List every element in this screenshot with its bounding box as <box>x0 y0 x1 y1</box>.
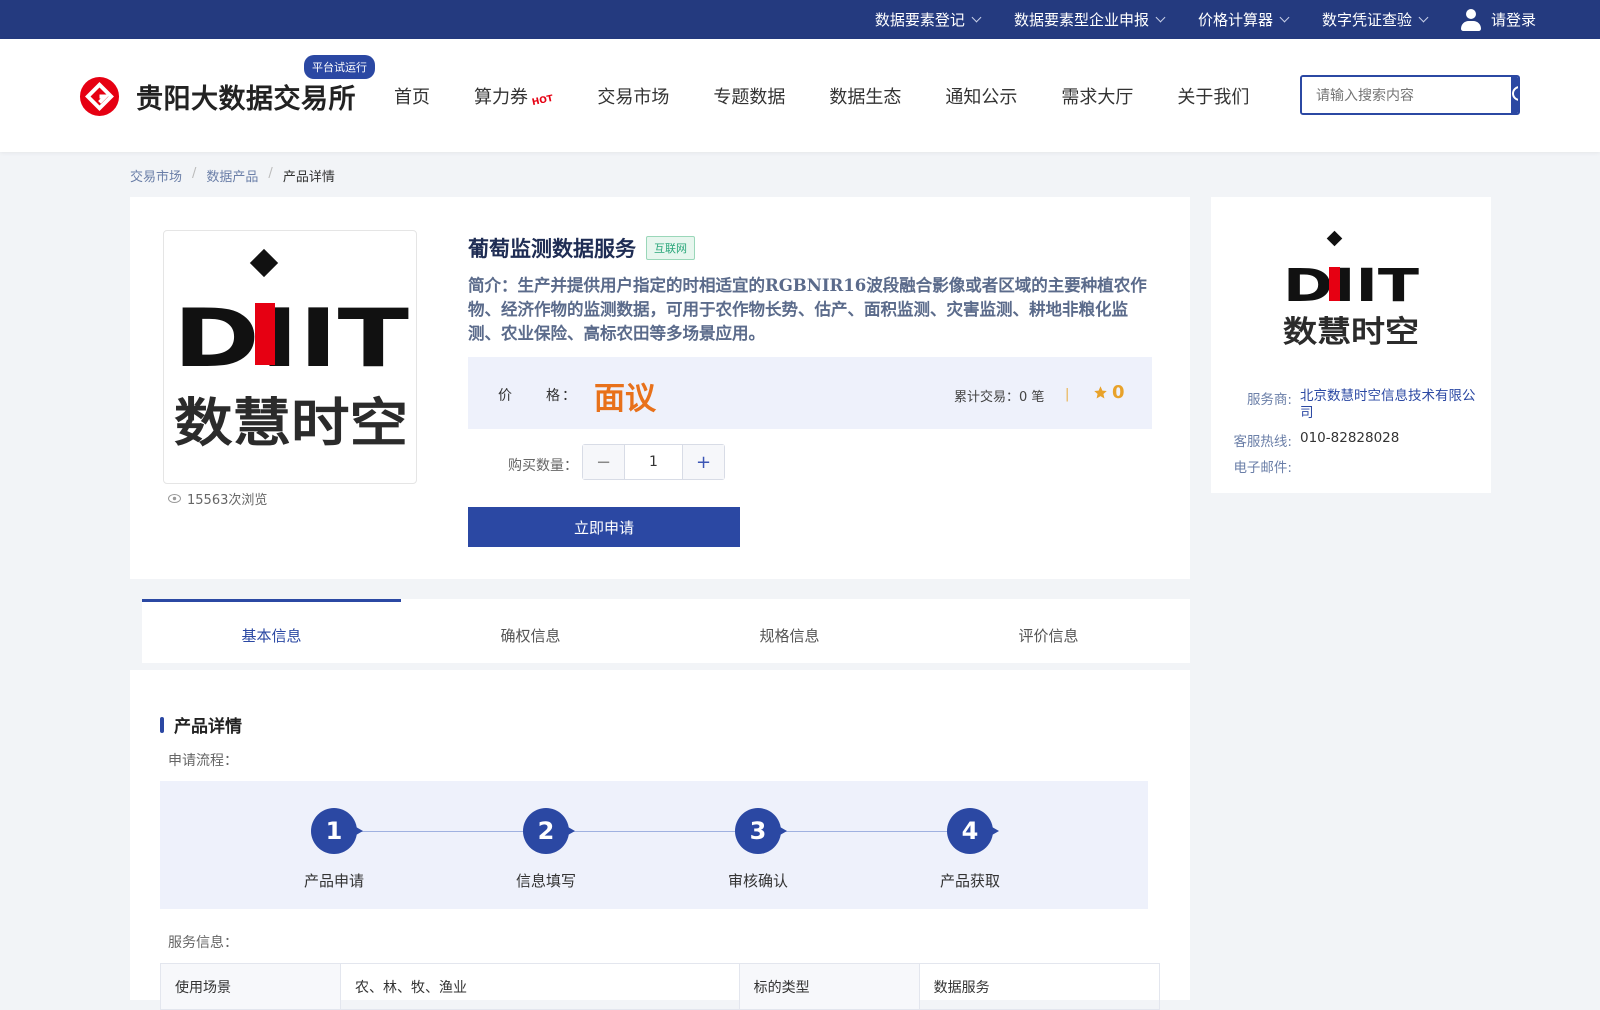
tab-review-info[interactable]: 评价信息 <box>919 625 1178 646</box>
menu-certificate-check[interactable]: 数字凭证查验 <box>1322 9 1429 30</box>
nav-market[interactable]: 交易市场 <box>597 83 669 109</box>
star-icon <box>1094 386 1107 399</box>
flow-step: 2 信息填写 <box>486 808 606 891</box>
svg-text:数慧时空: 数慧时空 <box>1283 315 1419 350</box>
flow-step: 3 审核确认 <box>698 808 818 891</box>
menu-enterprise-declaration[interactable]: 数据要素型企业申报 <box>1014 9 1166 30</box>
tabs: 基本信息 确权信息 规格信息 评价信息 <box>142 599 1190 663</box>
svg-text:DIIT: DIIT <box>173 292 410 385</box>
pilot-badge: 平台试运行 <box>304 55 375 79</box>
main-nav: 首页 算力券 HOT 交易市场 专题数据 数据生态 通知公示 需求大厅 关于我们 <box>394 83 1249 109</box>
tab-basic-info[interactable]: 基本信息 <box>142 625 401 646</box>
login-link[interactable]: 请登录 <box>1460 8 1536 31</box>
search-box <box>1300 75 1520 115</box>
rating: 0 <box>1093 382 1125 403</box>
svg-text:DIIT: DIIT <box>1283 259 1419 312</box>
provider-card: DIIT 数慧时空 服务商: 北京数慧时空信息技术有限公司 客服热线: 010-… <box>1211 197 1491 493</box>
service-table: 使用场景 农、林、牧、渔业 标的类型 数据服务 <box>160 963 1161 1010</box>
price-value: 面议 <box>594 381 656 417</box>
flow-label: 申请流程： <box>168 753 238 769</box>
nav-home[interactable]: 首页 <box>394 83 430 109</box>
chevron-down-icon <box>1155 12 1166 23</box>
hotline-row: 客服热线: 010-82828028 <box>1233 430 1400 450</box>
flow-step: 1 产品申请 <box>274 808 394 891</box>
flow-step: 4 产品获取 <box>910 808 1030 891</box>
flow-line <box>335 831 975 832</box>
user-icon <box>1460 8 1481 31</box>
tab-rights-info[interactable]: 确权信息 <box>401 625 660 646</box>
search-icon <box>1512 86 1518 101</box>
table-row: 使用场景 农、林、牧、渔业 标的类型 数据服务 <box>160 963 1161 1010</box>
brand-name[interactable]: 贵阳大数据交易所 <box>136 77 356 116</box>
hotline-value: 010-82828028 <box>1300 430 1400 446</box>
provider-logo: DIIT 数慧时空 <box>1283 230 1419 350</box>
exchange-logo-icon[interactable] <box>79 76 120 117</box>
breadcrumb-separator: / <box>268 166 273 181</box>
breadcrumb-separator: / <box>192 166 197 181</box>
provider-link[interactable]: 北京数慧时空信息技术有限公司 <box>1300 388 1486 422</box>
search-input[interactable] <box>1302 77 1511 113</box>
quantity-stepper: − 1 + <box>582 444 725 480</box>
svg-text:数慧时空: 数慧时空 <box>174 394 408 454</box>
product-title: 葡萄监测数据服务 互联网 <box>468 233 695 263</box>
view-count: 15563次浏览 <box>168 489 267 508</box>
nav-compute-voucher[interactable]: 算力券 HOT <box>474 83 555 109</box>
breadcrumb-data-products[interactable]: 数据产品 <box>206 166 258 185</box>
menu-price-calculator[interactable]: 价格计算器 <box>1198 9 1290 30</box>
diit-logo: DIIT 数慧时空 <box>173 248 410 454</box>
product-intro: 简介：生产并提供用户指定的时相适宜的RGBNIR16波段融合影像或者区域的主要种… <box>468 276 1147 343</box>
industry-tag: 互联网 <box>646 236 695 260</box>
section-title: 产品详情 <box>160 712 242 737</box>
breadcrumb-market[interactable]: 交易市场 <box>130 166 182 185</box>
nav-about[interactable]: 关于我们 <box>1177 83 1249 109</box>
nav-demand-hall[interactable]: 需求大厅 <box>1061 83 1133 109</box>
hot-badge: HOT <box>531 93 555 109</box>
provider-row: 服务商: 北京数慧时空信息技术有限公司 <box>1231 388 1486 422</box>
quantity-label: 购买数量： <box>508 458 578 474</box>
active-tab-indicator <box>142 599 401 602</box>
apply-flow: 1 产品申请 2 信息填写 3 审核确认 4 产品获取 <box>160 781 1148 909</box>
nav-ecosystem[interactable]: 数据生态 <box>829 83 901 109</box>
top-menu: 数据要素登记 数据要素型企业申报 价格计算器 数字凭证查验 请登录 <box>875 0 1536 39</box>
menu-data-registration[interactable]: 数据要素登记 <box>875 9 982 30</box>
main-header: 贵阳大数据交易所 平台试运行 首页 算力券 HOT 交易市场 专题数据 数据生态 … <box>0 39 1600 152</box>
email-row: 电子邮件: <box>1233 460 1292 476</box>
price-box: 价 格： 面议 累计交易：0 笔 | 0 <box>468 357 1152 429</box>
price-label: 价 格： <box>498 388 578 404</box>
quantity-value[interactable]: 1 <box>624 445 683 479</box>
detail-card: 产品详情 申请流程： 1 产品申请 2 信息填写 3 审核确认 4 产品获取 服… <box>130 670 1190 1010</box>
chevron-down-icon <box>1279 12 1290 23</box>
trade-count: 累计交易：0 笔 <box>954 390 1045 405</box>
breadcrumb-current: 产品详情 <box>282 170 335 185</box>
product-card: DIIT 数慧时空 15563次浏览 葡萄监测数据服务 互联网 简介：生产并提供… <box>130 197 1190 579</box>
divider: | <box>1065 387 1070 402</box>
breadcrumb: 交易市场 / 数据产品 / 产品详情 <box>130 166 335 185</box>
nav-notices[interactable]: 通知公示 <box>945 83 1017 109</box>
minus-button[interactable]: − <box>583 445 624 479</box>
product-image: DIIT 数慧时空 <box>163 230 417 484</box>
nav-topic-data[interactable]: 专题数据 <box>713 83 785 109</box>
eye-icon <box>168 494 181 503</box>
plus-button[interactable]: + <box>683 445 724 479</box>
chevron-down-icon <box>971 12 982 23</box>
search-button[interactable] <box>1511 77 1518 113</box>
service-label: 服务信息： <box>168 935 238 951</box>
tab-spec-info[interactable]: 规格信息 <box>660 625 919 646</box>
top-bar: 数据要素登记 数据要素型企业申报 价格计算器 数字凭证查验 请登录 <box>0 0 1600 39</box>
chevron-down-icon <box>1418 12 1429 23</box>
apply-button[interactable]: 立即申请 <box>468 507 740 547</box>
